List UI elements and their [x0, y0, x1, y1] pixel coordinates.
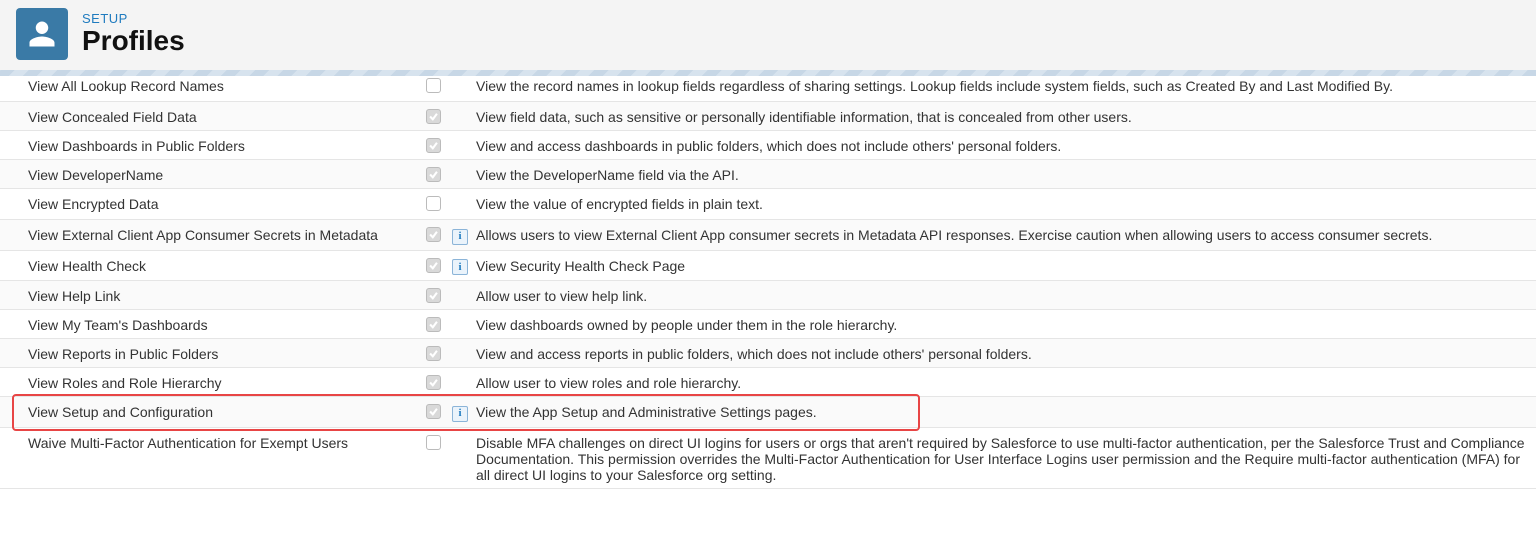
- permission-checkbox[interactable]: [426, 317, 441, 332]
- info-icon[interactable]: i: [452, 229, 468, 245]
- page-title: Profiles: [82, 26, 185, 57]
- permission-row: View DeveloperName View the DeveloperName…: [0, 160, 1536, 189]
- permission-checkbox[interactable]: [426, 404, 441, 419]
- permission-row: Waive Multi-Factor Authentication for Ex…: [0, 428, 1536, 489]
- permission-description: View the DeveloperName field via the API…: [476, 165, 1536, 183]
- permission-row: View Help Link Allow user to view help li…: [0, 281, 1536, 310]
- permission-description: View and access dashboards in public fol…: [476, 136, 1536, 154]
- permission-description: Disable MFA challenges on direct UI logi…: [476, 433, 1536, 483]
- permission-label: View My Team's Dashboards: [28, 315, 426, 333]
- permission-checkbox[interactable]: [426, 346, 441, 361]
- permission-description: View the App Setup and Administrative Se…: [476, 402, 1536, 420]
- permission-label: View External Client App Consumer Secret…: [28, 225, 426, 243]
- permission-checkbox[interactable]: [426, 375, 441, 390]
- permission-row: View Concealed Field Data View field data…: [0, 102, 1536, 131]
- permission-checkbox[interactable]: [426, 167, 441, 182]
- permission-label: View Concealed Field Data: [28, 107, 426, 125]
- permission-label: View DeveloperName: [28, 165, 426, 183]
- permission-label: View Encrypted Data: [28, 194, 426, 212]
- permission-checkbox[interactable]: [426, 138, 441, 153]
- permission-description: Allow user to view roles and role hierar…: [476, 373, 1536, 391]
- permission-row: View Health Check i View Security Health C…: [0, 251, 1536, 282]
- breadcrumb: SETUP: [82, 11, 185, 26]
- permission-description: Allow user to view help link.: [476, 286, 1536, 304]
- permission-label: Waive Multi-Factor Authentication for Ex…: [28, 433, 426, 451]
- permission-row: View External Client App Consumer Secret…: [0, 220, 1536, 251]
- permissions-table: View All Lookup Record Names View the rec…: [0, 71, 1536, 489]
- permission-row: View Dashboards in Public Folders View an…: [0, 131, 1536, 160]
- permission-row: View Roles and Role Hierarchy Allow user …: [0, 368, 1536, 397]
- permission-checkbox[interactable]: [426, 258, 441, 273]
- permission-checkbox[interactable]: [426, 288, 441, 303]
- permission-row: View All Lookup Record Names View the rec…: [0, 71, 1536, 102]
- permission-row: View Reports in Public Folders View and a…: [0, 339, 1536, 368]
- permission-label: View Dashboards in Public Folders: [28, 136, 426, 154]
- permission-label: View Reports in Public Folders: [28, 344, 426, 362]
- permission-description: View field data, such as sensitive or pe…: [476, 107, 1536, 125]
- permission-description: View Security Health Check Page: [476, 256, 1536, 274]
- permission-checkbox[interactable]: [426, 109, 441, 124]
- permission-row: View Encrypted Data View the value of enc…: [0, 189, 1536, 220]
- permission-checkbox[interactable]: [426, 227, 441, 242]
- permission-label: View Help Link: [28, 286, 426, 304]
- permission-checkbox[interactable]: [426, 78, 441, 93]
- info-icon[interactable]: i: [452, 259, 468, 275]
- info-icon[interactable]: i: [452, 406, 468, 422]
- permission-description: View dashboards owned by people under th…: [476, 315, 1536, 333]
- permission-description: View and access reports in public folder…: [476, 344, 1536, 362]
- page-header: SETUP Profiles: [0, 0, 1536, 71]
- permission-label: View Setup and Configuration: [28, 402, 426, 420]
- profile-icon: [16, 8, 68, 60]
- permission-label: View All Lookup Record Names: [28, 76, 426, 94]
- permission-label: View Roles and Role Hierarchy: [28, 373, 426, 391]
- permission-checkbox[interactable]: [426, 435, 441, 450]
- permission-checkbox[interactable]: [426, 196, 441, 211]
- permission-description: View the value of encrypted fields in pl…: [476, 194, 1536, 212]
- permission-row: View Setup and Configuration i View the Ap…: [0, 397, 1536, 428]
- permission-description: Allows users to view External Client App…: [476, 225, 1536, 243]
- permission-label: View Health Check: [28, 256, 426, 274]
- permission-row: View My Team's Dashboards View dashboards…: [0, 310, 1536, 339]
- permission-description: View the record names in lookup fields r…: [476, 76, 1536, 94]
